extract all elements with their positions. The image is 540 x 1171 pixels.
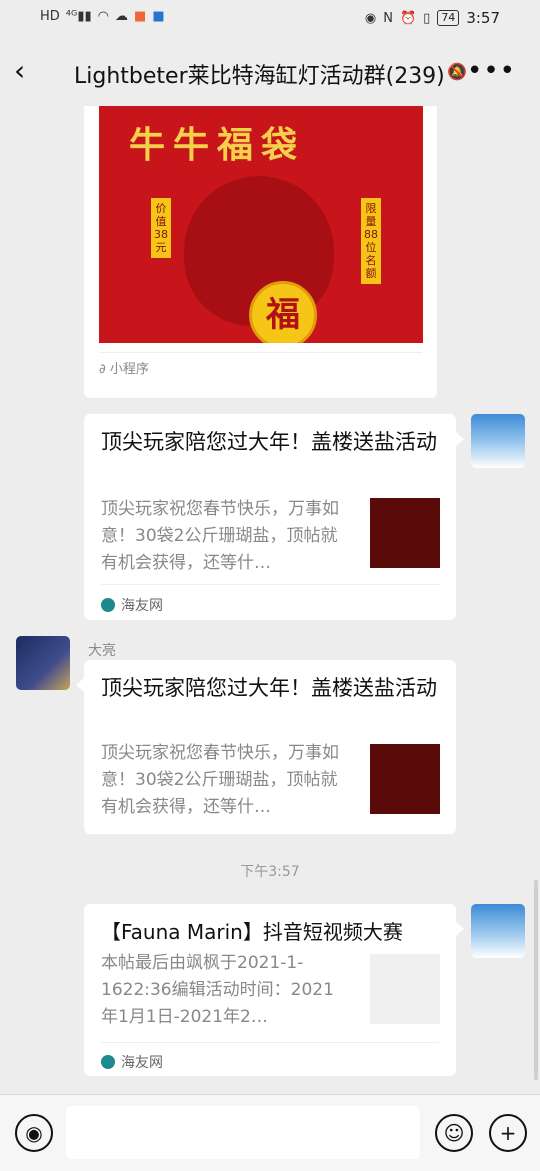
alarm-icon: ⏰ [399, 10, 417, 26]
status-time: 3:57 [466, 9, 500, 27]
divider [101, 584, 439, 585]
bubble-tail [456, 432, 464, 446]
divider [99, 352, 422, 353]
link-title: 顶尖玩家陪您过大年！盖楼送盐活动 [101, 676, 437, 700]
link-card[interactable]: 顶尖玩家陪您过大年！盖楼送盐活动 顶尖玩家祝您春节快乐，万事如意！30袋2公斤珊… [84, 414, 456, 620]
mute-icon: 🔕 [447, 62, 467, 81]
link-description: 本帖最后由飒枫于2021-1-1622:36编辑活动时间：2021年1月1日-2… [101, 953, 334, 1027]
link-thumbnail [370, 498, 440, 568]
vibrate-icon: ▯ [423, 10, 431, 26]
status-left: HD ⁴ᴳ▮▮ ◠ ☁ ■ ■ [40, 9, 165, 24]
wifi-icon: ◠ [97, 9, 110, 24]
avatar[interactable] [16, 636, 70, 690]
avatar[interactable] [471, 414, 525, 468]
mini-program-card[interactable]: 牛牛福袋 价值38元 限量88位名额 福 ∂ 小程序 [84, 106, 437, 398]
avatar[interactable] [471, 904, 525, 958]
link-source: 海友网 [101, 1052, 163, 1072]
nfc-icon: N [383, 10, 393, 26]
link-source: 海友网 [101, 595, 163, 615]
link-description: 顶尖玩家祝您春节快乐，万事如意！30袋2公斤珊瑚盐，顶帖就有机会获得，还等什… [101, 499, 339, 573]
emoji-icon[interactable]: ☺ [435, 1114, 473, 1152]
hd-icon: HD [40, 9, 60, 24]
link-thumbnail [370, 954, 440, 1024]
chat-area[interactable]: 牛牛福袋 价值38元 限量88位名额 福 ∂ 小程序 顶尖玩家陪您过大年！盖楼送… [0, 106, 540, 1094]
sender-name: 大亮 [88, 643, 116, 659]
fu-icon: 福 [249, 281, 317, 343]
app-icon: ■ [152, 9, 165, 24]
divider [101, 1042, 439, 1043]
message-timestamp: 下午3:57 [240, 864, 300, 880]
link-source-label: 海友网 [121, 598, 163, 614]
battery-icon: 74 [437, 10, 460, 26]
link-card[interactable]: 【Fauna Marin】抖音短视频大赛 本帖最后由飒枫于2021-1-1622… [84, 904, 456, 1076]
bubble-tail [456, 922, 464, 936]
cloud-icon: ☁ [115, 9, 129, 24]
link-title: 顶尖玩家陪您过大年！盖楼送盐活动 [101, 430, 437, 454]
link-source-label: 海友网 [121, 1055, 163, 1071]
haiyou-icon [101, 1055, 115, 1069]
haiyou-icon [101, 598, 115, 612]
more-icon[interactable]: ••• [467, 56, 516, 86]
back-icon[interactable]: ‹ [14, 56, 42, 86]
input-bar: ◉ ☺ + [0, 1094, 540, 1171]
banner-title: 牛牛福袋 [129, 125, 306, 166]
chat-header: ‹ Lightbeter莱比特海缸灯活动群(239) 🔕 ••• [0, 40, 540, 106]
link-title: 【Fauna Marin】抖音短视频大赛 [101, 920, 403, 944]
message-input[interactable] [66, 1106, 420, 1159]
app-icon: ■ [134, 9, 147, 24]
eye-icon: ◉ [364, 10, 377, 26]
link-description: 顶尖玩家祝您春节快乐，万事如意！30袋2公斤珊瑚盐，顶帖就有机会获得，还等什… [101, 743, 339, 817]
link-card[interactable]: 顶尖玩家陪您过大年！盖楼送盐活动 顶尖玩家祝您春节快乐，万事如意！30袋2公斤珊… [84, 660, 456, 834]
status-bar: HD ⁴ᴳ▮▮ ◠ ☁ ■ ■ ◉ N ⏰ ▯ 74 3:57 [0, 0, 540, 40]
mini-program-label: ∂ 小程序 [99, 358, 149, 377]
voice-icon[interactable]: ◉ [15, 1114, 53, 1152]
mini-program-source: 小程序 [109, 362, 149, 377]
plus-icon[interactable]: + [489, 1114, 527, 1152]
bubble-tail [76, 678, 84, 692]
scrollbar[interactable] [534, 880, 538, 1080]
price-tag: 价值38元 [151, 198, 171, 258]
chat-title: Lightbeter莱比特海缸灯活动群(239) [74, 64, 445, 89]
link-thumbnail [370, 744, 440, 814]
limit-tag: 限量88位名额 [361, 198, 381, 284]
status-right: ◉ N ⏰ ▯ 74 3:57 [365, 9, 500, 27]
signal-icon: ⁴ᴳ▮▮ [65, 9, 92, 24]
mini-program-icon: ∂ [99, 362, 106, 377]
mini-program-banner: 牛牛福袋 价值38元 限量88位名额 福 [99, 106, 423, 343]
